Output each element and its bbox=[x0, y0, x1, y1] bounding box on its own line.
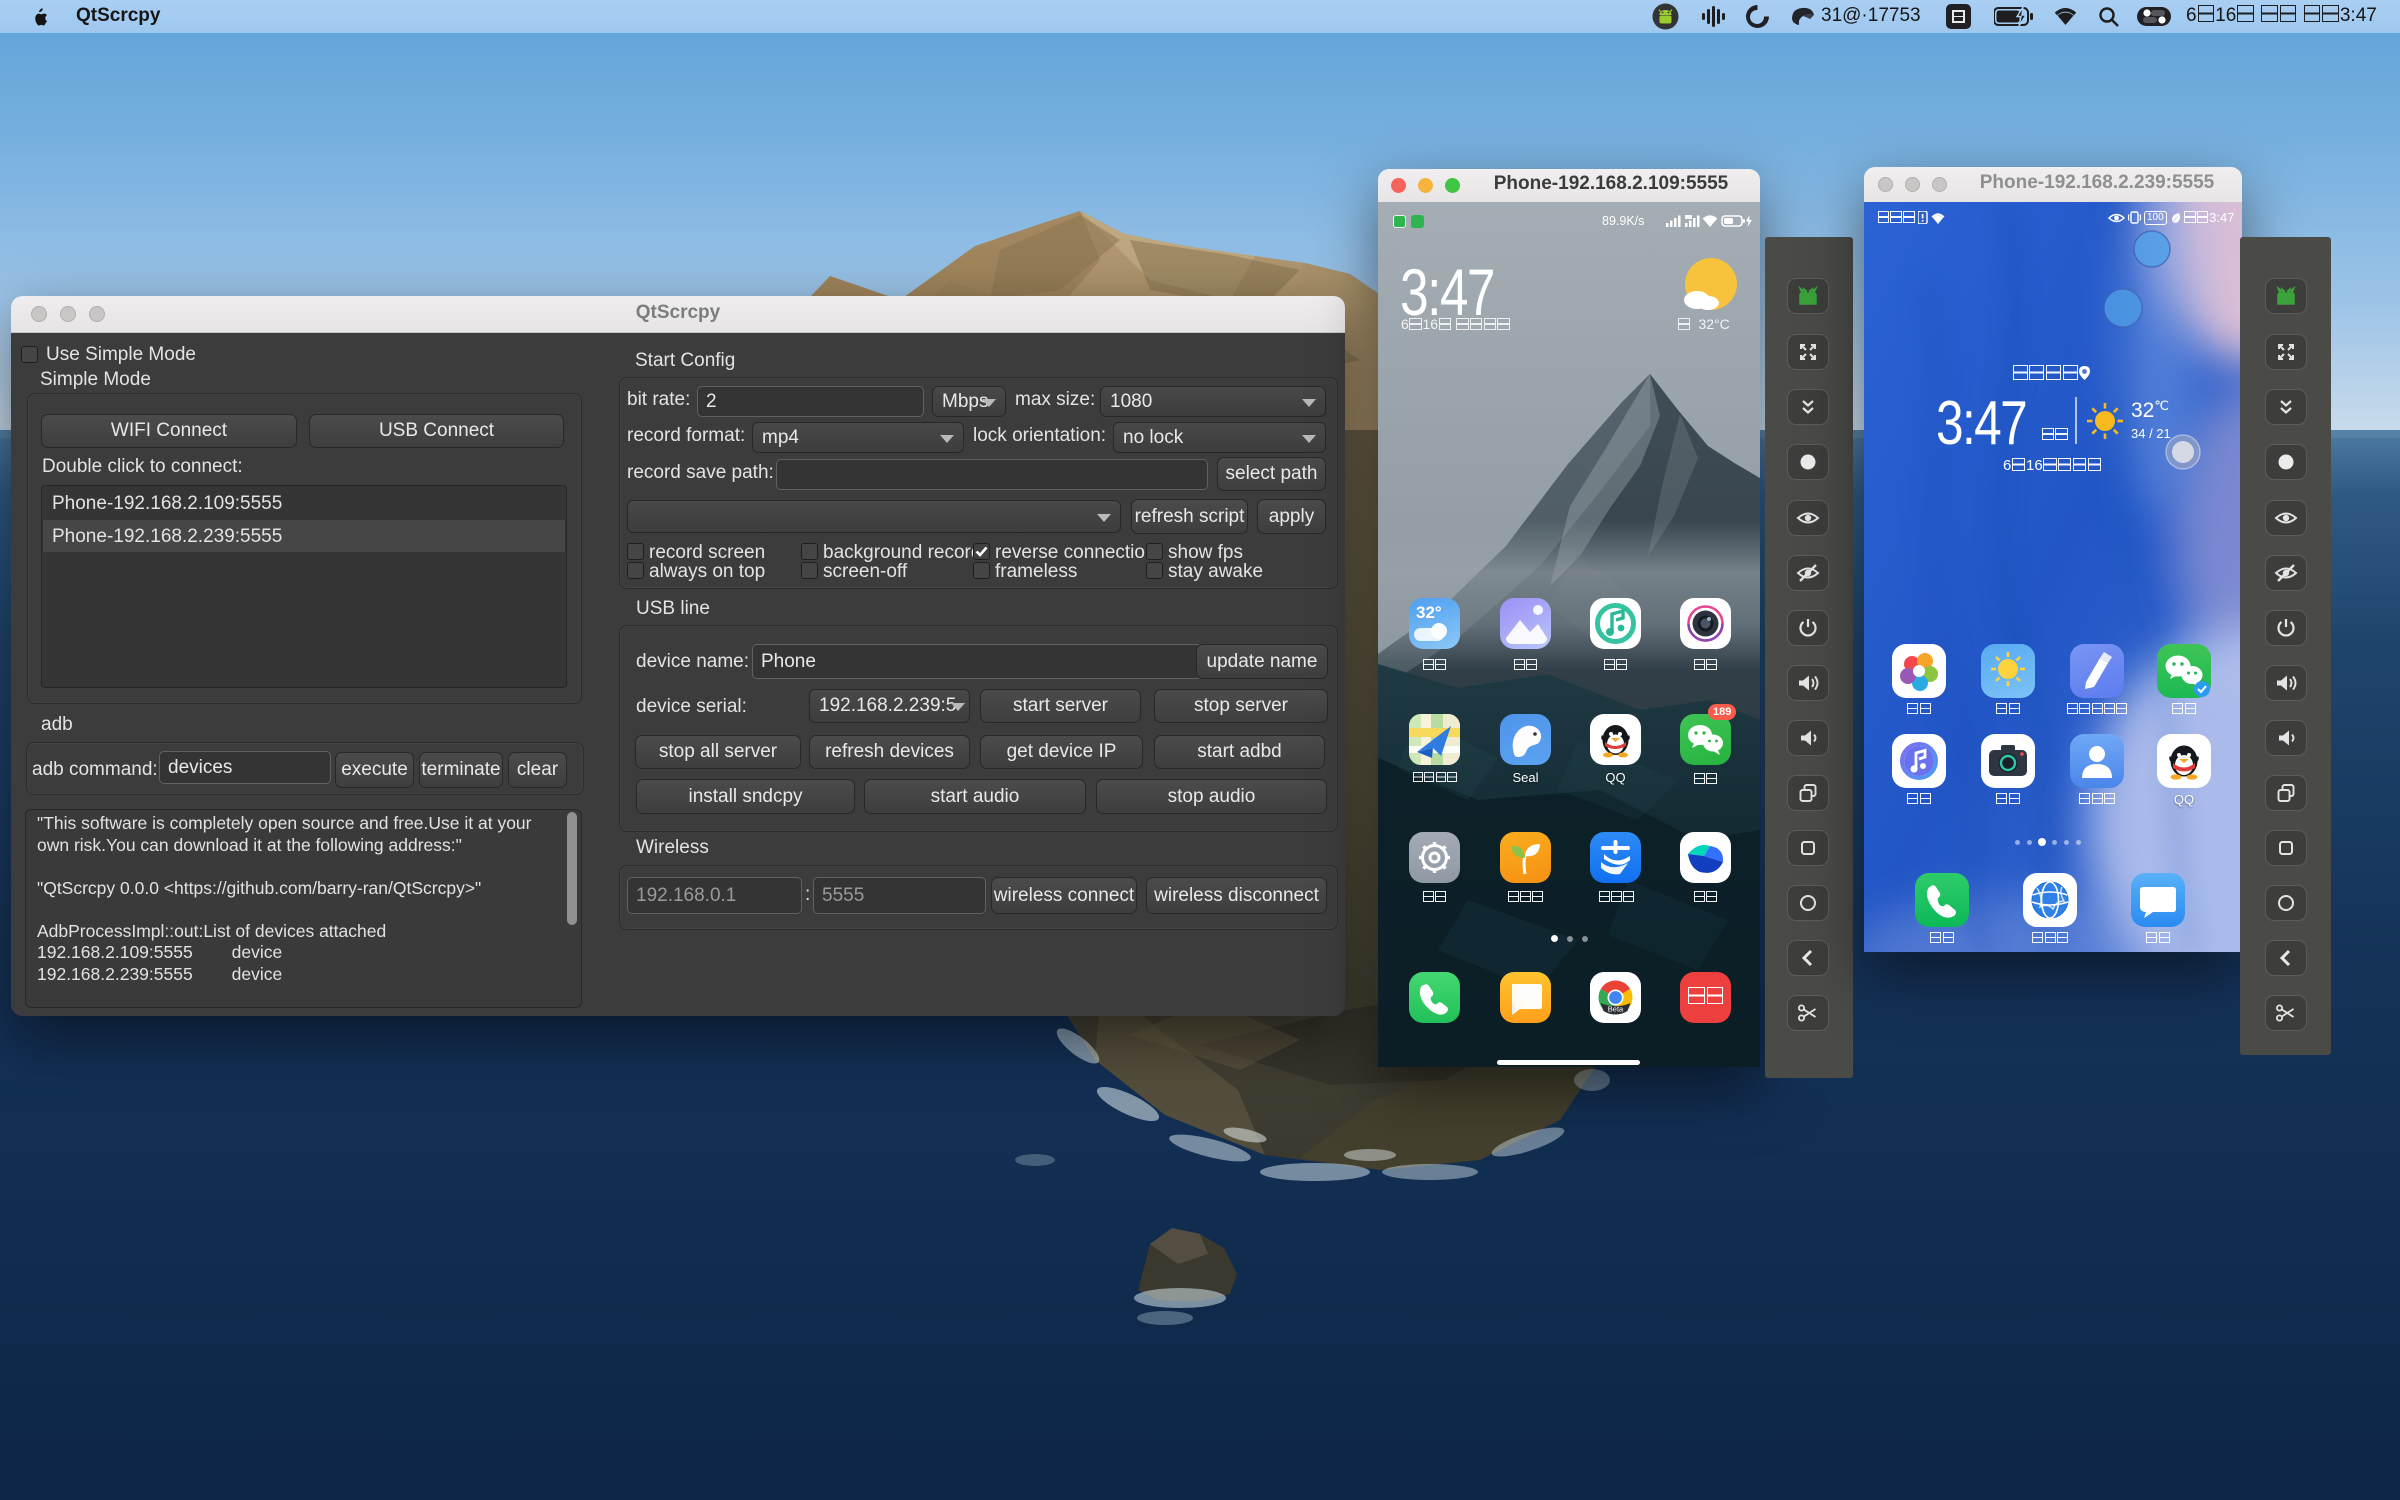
svg-text:Beta: Beta bbox=[1608, 1005, 1624, 1014]
